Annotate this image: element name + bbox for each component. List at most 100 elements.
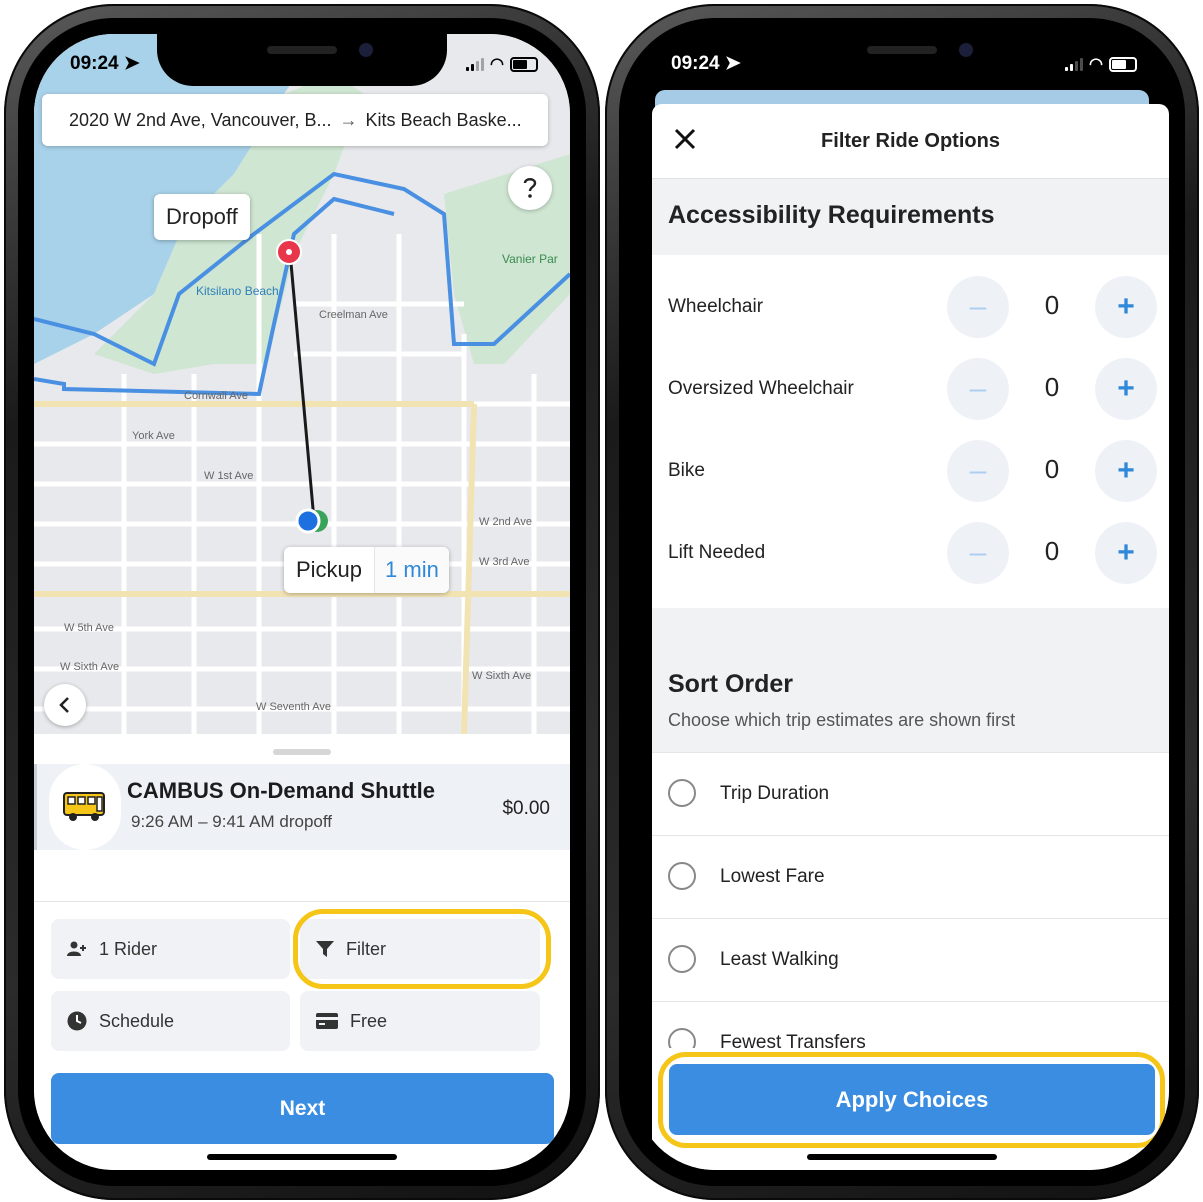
decrement-button[interactable]: – [947, 358, 1009, 420]
radio-button[interactable] [668, 779, 696, 807]
rider-count-button[interactable]: 1 Rider [51, 919, 290, 979]
stepper-value: 0 [1044, 372, 1060, 402]
service-name: CAMBUS On-Demand Shuttle [127, 778, 435, 803]
bus-icon [49, 764, 121, 850]
sort-option[interactable]: Trip Duration [652, 752, 1169, 836]
route-from: 2020 W 2nd Ave, Vancouver, B... [69, 109, 332, 130]
schedule-button[interactable]: Schedule [51, 991, 290, 1051]
street-label: W 2nd Ave [479, 516, 532, 528]
accessibility-row: Bike – 0 + [652, 430, 1169, 512]
stepper-value: 0 [1044, 454, 1060, 484]
filter-modal: Filter Ride Options Accessibility Requir… [652, 104, 1169, 1170]
apply-footer: Apply Choices [652, 1048, 1169, 1170]
decrement-button[interactable]: – [947, 440, 1009, 502]
sort-option-label: Trip Duration [720, 783, 830, 804]
decrement-button[interactable]: – [947, 522, 1009, 584]
sort-subtitle: Choose which trip estimates are shown fi… [668, 710, 1016, 730]
decrement-button[interactable]: – [947, 276, 1009, 338]
phone-frame-left: Creelman Ave Cornwall Ave York Ave W 1st… [4, 4, 600, 1200]
route-summary[interactable]: 2020 W 2nd Ave, Vancouver, B... → Kits B… [42, 94, 548, 146]
rider-label: 1 Rider [99, 938, 158, 959]
row-label: Bike [668, 460, 705, 481]
increment-button[interactable]: + [1095, 522, 1157, 584]
street-label: W 1st Ave [204, 470, 254, 482]
payment-label: Free [350, 1010, 388, 1031]
modal-title: Filter Ride Options [821, 130, 1000, 152]
row-label: Lift Needed [668, 542, 766, 563]
street-label: W Seventh Ave [256, 701, 332, 713]
service-price: $0.00 [502, 798, 550, 819]
increment-button[interactable]: + [1095, 358, 1157, 420]
sort-heading: Sort Order [668, 670, 794, 698]
accessibility-row: Wheelchair – 0 + [652, 266, 1169, 348]
sort-option-label: Lowest Fare [720, 866, 825, 887]
screen-filter-options: 09:24 ➤ ◠ Filter Ride Options Accessibil… [635, 34, 1169, 1170]
filter-button[interactable]: Filter [300, 919, 540, 979]
home-indicator [807, 1154, 997, 1160]
back-button[interactable] [44, 684, 86, 726]
next-button[interactable]: Next [51, 1073, 554, 1144]
status-time: 09:24 ➤ [70, 53, 140, 74]
apply-choices-button[interactable]: Apply Choices [669, 1064, 1155, 1135]
place-label: Vanier Par [502, 252, 558, 266]
row-label: Oversized Wheelchair [668, 378, 854, 399]
street-label: W Sixth Ave [60, 661, 120, 673]
place-label: Kitsilano Beach [196, 284, 279, 298]
status-icons: ◠ [1065, 54, 1137, 74]
battery-icon [1109, 56, 1137, 72]
stepper-value: 0 [1044, 536, 1060, 566]
pickup-label: Pickup 1 min [284, 547, 449, 593]
signal-icon [1065, 57, 1084, 71]
screen-map-booking: Creelman Ave Cornwall Ave York Ave W 1st… [34, 34, 570, 1170]
modal-header: Filter Ride Options [652, 104, 1169, 179]
status-time: 09:24 ➤ [671, 53, 741, 74]
street-label: York Ave [132, 430, 175, 442]
phone-frame-right: 09:24 ➤ ◠ Filter Ride Options Accessibil… [605, 4, 1199, 1200]
status-bar: 09:24 ➤ ◠ [635, 34, 1169, 86]
help-button[interactable] [508, 166, 552, 210]
signal-icon [466, 57, 485, 71]
street-label: Creelman Ave [319, 309, 388, 321]
sheet-grabber[interactable] [273, 749, 331, 755]
accessibility-row: Lift Needed – 0 + [652, 512, 1169, 594]
accessibility-row: Oversized Wheelchair – 0 + [652, 348, 1169, 430]
sort-header: Sort Order Choose which trip estimates a… [652, 608, 1169, 752]
divider [34, 901, 570, 902]
pickup-text: Pickup [296, 557, 363, 582]
clock-icon [67, 1011, 87, 1031]
radio-button[interactable] [668, 945, 696, 973]
service-option[interactable]: CAMBUS On-Demand Shuttle 9:26 AM – 9:41 … [34, 764, 570, 850]
street-label: W Sixth Ave [472, 670, 532, 682]
row-label: Wheelchair [668, 296, 764, 317]
status-icons: ◠ [466, 54, 538, 74]
add-user-icon [67, 941, 87, 957]
wifi-icon: ◠ [490, 56, 504, 73]
radio-button[interactable] [668, 862, 696, 890]
stepper-value: 0 [1044, 290, 1060, 320]
filter-icon [316, 941, 334, 957]
street-label: W 5th Ave [64, 622, 114, 634]
status-bar: 09:24 ➤ ◠ [34, 34, 570, 86]
bottom-sheet: CAMBUS On-Demand Shuttle 9:26 AM – 9:41 … [34, 739, 570, 1170]
increment-button[interactable]: + [1095, 276, 1157, 338]
help-icon [523, 178, 537, 198]
schedule-label: Schedule [99, 1010, 175, 1031]
sort-option-label: Least Walking [720, 949, 839, 970]
wifi-icon: ◠ [1089, 56, 1103, 73]
pickup-eta: 1 min [374, 547, 449, 593]
sort-option[interactable]: Least Walking [652, 918, 1169, 1002]
chevron-left-icon [59, 697, 69, 713]
dropoff-text: Dropoff [166, 204, 238, 229]
home-indicator [207, 1154, 397, 1160]
dropoff-label: Dropoff [154, 194, 250, 240]
arrow-right-icon: → [339, 109, 358, 130]
battery-icon [510, 56, 538, 72]
filter-label: Filter [346, 938, 386, 959]
payment-button[interactable]: Free [300, 991, 540, 1051]
accessibility-header: Accessibility Requirements [652, 179, 1169, 255]
service-times: 9:26 AM – 9:41 AM dropoff [131, 812, 332, 831]
sort-option[interactable]: Lowest Fare [652, 835, 1169, 919]
increment-button[interactable]: + [1095, 440, 1157, 502]
route-to: Kits Beach Baske... [365, 109, 522, 130]
credit-card-icon [316, 1013, 338, 1029]
